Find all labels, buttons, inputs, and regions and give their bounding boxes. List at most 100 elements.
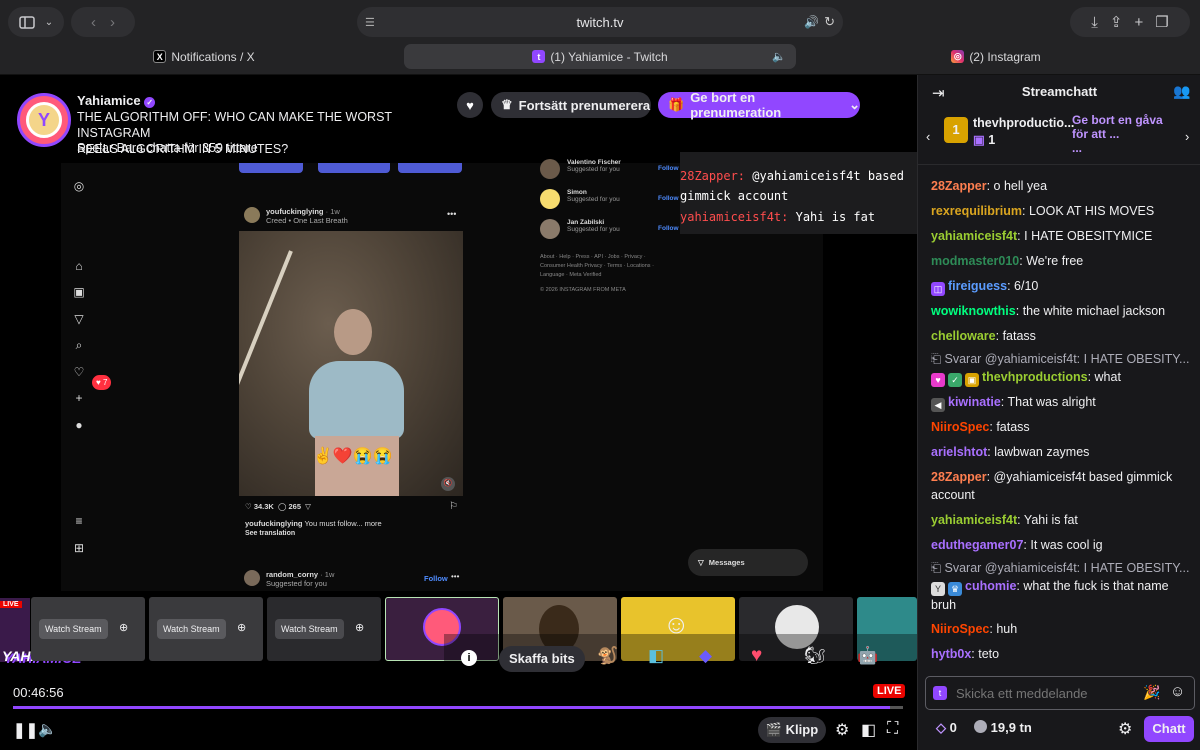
send-chat-button[interactable]: Chatt bbox=[1144, 716, 1194, 742]
chat-message: 28Zapper: o hell yea bbox=[931, 179, 1048, 193]
channel-name-row: Yahiamice ✓ bbox=[77, 93, 156, 108]
tab-label: Notifications / X bbox=[171, 49, 255, 64]
chat-text: teto bbox=[978, 647, 1000, 661]
thumbnail[interactable]: Watch Stream ⊕ bbox=[31, 597, 145, 661]
fullscreen-icon[interactable]: ⛶ bbox=[887, 720, 898, 738]
chat-text: fatass bbox=[1002, 329, 1036, 343]
chat-message: ◀ kiwinatie: That was alright bbox=[931, 393, 1193, 412]
apps-icon: ⊞ bbox=[73, 540, 85, 555]
chat-username[interactable]: cuhomie bbox=[965, 579, 1016, 593]
cheer-icon[interactable]: 🎉 bbox=[1143, 684, 1160, 701]
chat-username[interactable]: kiwinatie bbox=[948, 395, 1001, 409]
suggestion-follow: Follow bbox=[658, 225, 679, 232]
chat-username[interactable]: 28Zapper bbox=[931, 470, 987, 484]
channel-points[interactable]: ◇ 0 bbox=[936, 720, 957, 736]
gift-user[interactable]: thevhproductio... bbox=[973, 116, 1074, 130]
chat-text: lawbwan zaymes bbox=[994, 445, 1090, 459]
follow-button[interactable]: ♥ bbox=[457, 92, 483, 118]
chat-username[interactable]: rexrequilibrium bbox=[931, 204, 1022, 218]
new-tab-icon[interactable]: + bbox=[1135, 14, 1144, 31]
progress-track[interactable] bbox=[13, 706, 903, 709]
tab-twitch[interactable]: t (1) Yahiamice - Twitch 🔈 bbox=[404, 44, 796, 69]
chat-username[interactable]: 28Zapper bbox=[931, 179, 987, 193]
page-menu-icon[interactable]: ☰ bbox=[365, 16, 375, 29]
chat-username[interactable]: thevhproductions bbox=[982, 370, 1088, 384]
gift-sub-label: Ge bort en prenumeration bbox=[690, 90, 782, 120]
chat-message: yahiamiceisf4t: I HATE OBESITYMICE bbox=[931, 229, 1153, 243]
chat-username[interactable]: wowiknowthis bbox=[931, 304, 1016, 318]
suggestion-avatar bbox=[540, 219, 560, 239]
caption-text: You must follow... more bbox=[304, 519, 382, 528]
ig-stub-button bbox=[239, 163, 303, 173]
chat-username[interactable]: eduthegamer07 bbox=[931, 538, 1023, 552]
more-icon: ••• bbox=[447, 209, 457, 219]
forward-icon[interactable]: › bbox=[110, 14, 115, 31]
reply-text: Svarar @yahiamiceisf4t: I HATE OBESITY..… bbox=[944, 352, 1190, 366]
sidebar-toggle-button[interactable]: ⌄ bbox=[8, 7, 64, 37]
get-bits-button[interactable]: Skaffa bits bbox=[499, 646, 585, 672]
chat-text: the white michael jackson bbox=[1022, 304, 1166, 318]
chevron-left-icon[interactable]: ‹ bbox=[926, 129, 930, 144]
chat-input-box[interactable]: t 🎉 ☺ bbox=[925, 676, 1195, 710]
gift-count: 1 bbox=[988, 133, 996, 147]
chat-identity-icon[interactable]: t bbox=[933, 686, 947, 700]
chat-username[interactable]: modmaster010 bbox=[931, 254, 1019, 268]
chat-username[interactable]: yahiamiceisf4t bbox=[931, 229, 1017, 243]
chevron-right-icon[interactable]: › bbox=[1185, 129, 1189, 144]
reel-emojis: ✌️❤️😭😭 bbox=[313, 448, 393, 465]
twitch-logo-icon: t bbox=[532, 50, 546, 63]
chat-username[interactable]: NiiroSpec bbox=[931, 420, 989, 434]
cheer-emote-icon[interactable]: 🐒 bbox=[597, 646, 618, 666]
volume-icon[interactable]: 🔈 bbox=[38, 720, 57, 738]
back-icon[interactable]: ‹ bbox=[91, 14, 96, 31]
cheer-emote-icon[interactable]: ♥ bbox=[751, 645, 762, 667]
continue-sub-button[interactable]: ♛ Fortsätt prenumerera bbox=[491, 92, 651, 118]
chat-username[interactable]: fireiguess bbox=[948, 279, 1007, 293]
audio-playing-icon[interactable]: 🔊 bbox=[804, 15, 819, 29]
gift-icon: 🎁 bbox=[668, 97, 685, 112]
chat-username[interactable]: arielshtot bbox=[931, 445, 987, 459]
chat-username[interactable]: yahiamiceisf4t bbox=[931, 513, 1017, 527]
heart-icon: ♥ bbox=[466, 97, 474, 113]
tab-instagram[interactable]: ◎ (2) Instagram bbox=[800, 44, 1192, 69]
chat-username[interactable]: hytb0x bbox=[931, 647, 971, 661]
info-icon[interactable]: i bbox=[461, 650, 477, 666]
chat-username[interactable]: chelloware bbox=[931, 329, 996, 343]
chat-input[interactable] bbox=[956, 683, 1136, 703]
download-icon[interactable]: ⤓ bbox=[1091, 14, 1098, 31]
tab-x[interactable]: X Notifications / X bbox=[8, 44, 400, 69]
channel-name[interactable]: Yahiamice bbox=[77, 93, 141, 108]
cheer-emote-icon[interactable]: 🤖 bbox=[857, 646, 878, 666]
reload-icon[interactable]: ↻ bbox=[824, 14, 835, 30]
crown-icon: ♛ bbox=[501, 97, 513, 112]
tab-audio-icon[interactable]: 🔈 bbox=[772, 50, 786, 63]
gift-promo[interactable]: Ge bort en gåva för att ... ... bbox=[1072, 113, 1182, 155]
emote-picker-icon[interactable]: ☺ bbox=[1170, 683, 1185, 700]
bits-balance[interactable]: 19,9 tn bbox=[974, 720, 1032, 735]
cheer-emote-icon[interactable]: ◧ bbox=[648, 646, 664, 666]
clip-button[interactable]: 🎬 Klipp bbox=[758, 717, 826, 743]
share-icon[interactable]: ⇪ bbox=[1110, 13, 1123, 31]
live-badge: LIVE bbox=[0, 601, 22, 608]
post-avatar bbox=[244, 207, 260, 223]
settings-icon[interactable]: ⚙ bbox=[835, 720, 849, 740]
url-bar[interactable]: ☰ twitch.tv 🔊 ↻ bbox=[357, 7, 843, 37]
watch-stream-label: Watch Stream bbox=[157, 619, 226, 639]
theatre-mode-icon[interactable]: ◧ bbox=[861, 720, 876, 740]
thumbnail[interactable]: Watch Stream ⊕ bbox=[149, 597, 263, 661]
chat-text: We're free bbox=[1026, 254, 1084, 268]
channel-avatar[interactable]: Y bbox=[17, 93, 71, 147]
reel-video: ✌️❤️😭😭 🔇 bbox=[239, 231, 463, 496]
users-icon[interactable]: 👥 bbox=[1173, 83, 1190, 100]
pause-icon[interactable]: ❚❚ bbox=[13, 721, 38, 739]
gift-sub-button[interactable]: 🎁 Ge bort en prenumeration ⌄ bbox=[658, 90, 860, 120]
chat-username[interactable]: NiiroSpec bbox=[931, 622, 989, 636]
tab-overview-icon[interactable]: ❐ bbox=[1155, 13, 1168, 31]
thumbnail[interactable]: Watch Stream ⊕ bbox=[267, 597, 381, 661]
chat-settings-icon[interactable]: ⚙ bbox=[1118, 719, 1132, 739]
clip-label: Klipp bbox=[785, 722, 819, 737]
chat-message: hytb0x: teto bbox=[931, 647, 1000, 661]
cheer-emote-icon[interactable]: ◆ bbox=[699, 646, 712, 666]
suggestion-row: Simon Suggested for you Follow bbox=[540, 187, 680, 217]
cheer-emote-icon[interactable]: 🐿 bbox=[804, 646, 826, 666]
